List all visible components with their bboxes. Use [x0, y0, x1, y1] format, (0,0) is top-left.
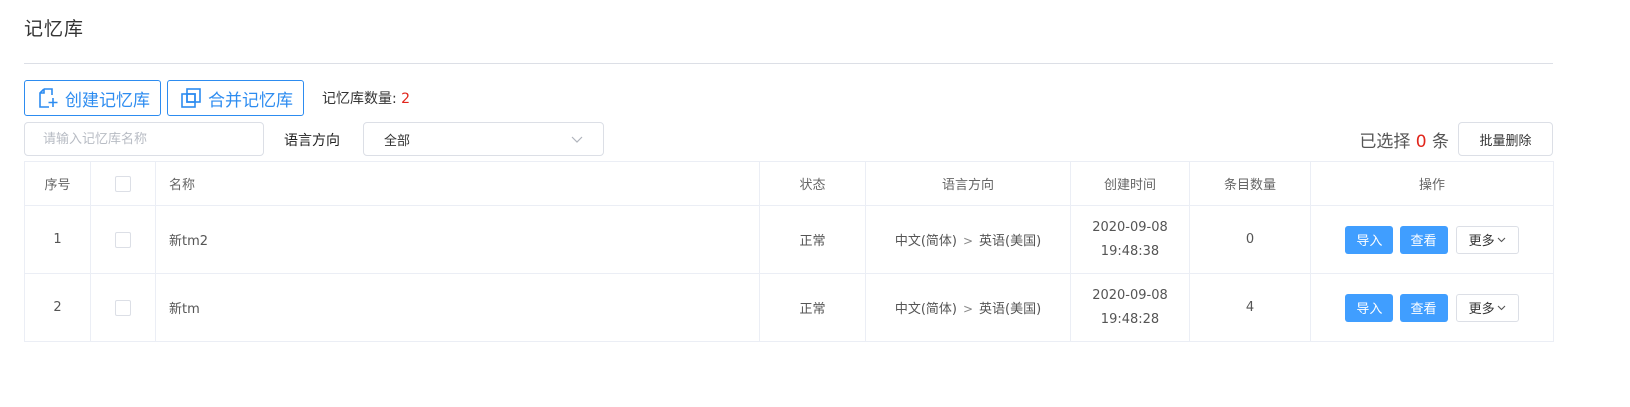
more-label: 更多 — [1468, 302, 1495, 317]
header-index: 序号 — [24, 161, 91, 206]
table-header-row: 序号 名称 状态 语言方向 创建时间 条目数量 操作 — [24, 161, 1554, 206]
row-checkbox[interactable] — [115, 231, 131, 248]
row-count: 0 — [1189, 205, 1311, 274]
chevron-down-icon — [1497, 235, 1506, 244]
row-actions: 导入 查看 更多 — [1310, 273, 1554, 342]
selected-prefix: 已选择 — [1359, 132, 1411, 152]
row-src-lang: 中文(简体) — [894, 234, 957, 249]
import-button[interactable]: 导入 — [1345, 293, 1394, 322]
header-count: 条目数量 — [1189, 161, 1311, 206]
chevron-right-icon: > — [962, 302, 974, 316]
row-status: 正常 — [759, 205, 866, 274]
more-button[interactable]: 更多 — [1455, 293, 1519, 322]
row-index: 2 — [24, 273, 91, 342]
selected-info: 已选择 0 条 — [1359, 127, 1449, 152]
title-divider — [24, 63, 1553, 64]
table-row: 2 新tm 正常 中文(简体) > 英语(美国) 2020-09-08 19:48:… — [24, 273, 1554, 342]
chevron-down-icon — [1497, 303, 1506, 312]
batch-delete-button[interactable]: 批量删除 — [1458, 122, 1553, 156]
lang-direction-label: 语言方向 — [284, 133, 340, 149]
row-count: 4 — [1189, 273, 1311, 342]
tm-count-label: 记忆库数量: — [322, 91, 397, 107]
new-document-icon — [37, 87, 59, 109]
header-actions: 操作 — [1310, 161, 1554, 206]
row-date: 2020-09-08 — [1092, 287, 1168, 303]
select-all-checkbox[interactable] — [115, 175, 131, 192]
selected-count: 0 — [1415, 132, 1427, 152]
tm-count-value: 2 — [401, 91, 411, 107]
row-index: 1 — [24, 205, 91, 274]
row-time: 19:48:38 — [1100, 243, 1160, 259]
row-actions: 导入 查看 更多 — [1310, 205, 1554, 274]
merge-documents-icon — [180, 87, 202, 109]
header-created: 创建时间 — [1070, 161, 1190, 206]
view-button[interactable]: 查看 — [1399, 225, 1448, 254]
search-input[interactable] — [24, 122, 264, 156]
chevron-down-icon — [571, 133, 583, 145]
row-time: 19:48:28 — [1100, 311, 1160, 327]
page-title: 记忆库 — [24, 18, 85, 40]
row-tgt-lang: 英语(美国) — [979, 234, 1042, 249]
merge-tm-button[interactable]: 合并记忆库 — [167, 80, 304, 116]
row-select — [90, 273, 156, 342]
selected-suffix: 条 — [1432, 132, 1449, 152]
row-created: 2020-09-08 19:48:38 — [1070, 205, 1190, 274]
header-name: 名称 — [155, 161, 760, 206]
row-select — [90, 205, 156, 274]
view-button[interactable]: 查看 — [1399, 293, 1448, 322]
tm-count: 记忆库数量: 2 — [322, 88, 410, 108]
row-name: 新tm2 — [155, 205, 760, 274]
lang-direction-value: 全部 — [384, 133, 411, 149]
row-name: 新tm — [155, 273, 760, 342]
merge-tm-label: 合并记忆库 — [208, 90, 293, 111]
row-date: 2020-09-08 — [1092, 219, 1168, 235]
row-src-lang: 中文(简体) — [894, 302, 957, 317]
row-checkbox[interactable] — [115, 299, 131, 316]
more-button[interactable]: 更多 — [1455, 225, 1519, 254]
row-lang: 中文(简体) > 英语(美国) — [865, 205, 1071, 274]
header-status: 状态 — [759, 161, 866, 206]
tm-table: 序号 名称 状态 语言方向 创建时间 条目数量 操作 1 新tm2 正常 中文(… — [24, 161, 1554, 342]
table-row: 1 新tm2 正常 中文(简体) > 英语(美国) 2020-09-08 19:48… — [24, 205, 1554, 274]
header-lang: 语言方向 — [865, 161, 1071, 206]
row-tgt-lang: 英语(美国) — [979, 302, 1042, 317]
header-select-all — [90, 161, 156, 206]
lang-direction-select[interactable]: 全部 — [363, 122, 604, 156]
chevron-right-icon: > — [962, 234, 974, 248]
more-label: 更多 — [1468, 234, 1495, 249]
row-lang: 中文(简体) > 英语(美国) — [865, 273, 1071, 342]
toolbar: 创建记忆库 合并记忆库 记忆库数量: 2 — [24, 80, 410, 116]
row-created: 2020-09-08 19:48:28 — [1070, 273, 1190, 342]
create-tm-button[interactable]: 创建记忆库 — [24, 80, 161, 116]
create-tm-label: 创建记忆库 — [65, 90, 150, 111]
row-status: 正常 — [759, 273, 866, 342]
filter-bar: 语言方向 全部 已选择 0 条 批量删除 — [24, 122, 1553, 156]
import-button[interactable]: 导入 — [1345, 225, 1394, 254]
